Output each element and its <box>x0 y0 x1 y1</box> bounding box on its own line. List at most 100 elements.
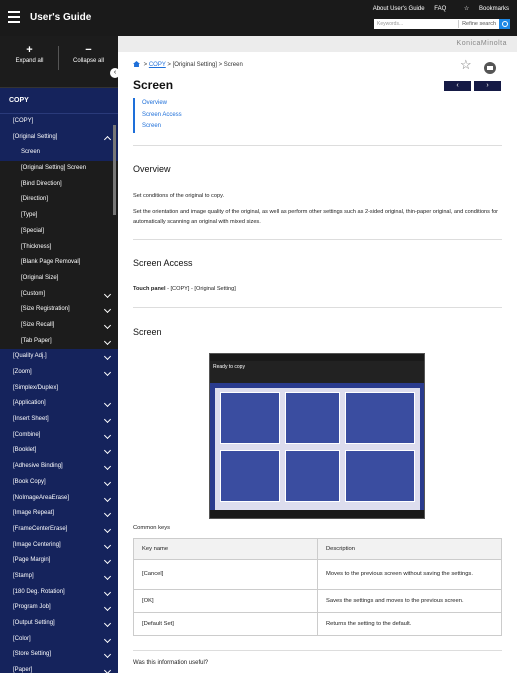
sidebar-item[interactable]: [FrameCenterErase] <box>0 522 118 538</box>
bookmark-star-icon[interactable]: ☆ <box>460 57 472 73</box>
chevron-down-icon[interactable] <box>103 368 112 377</box>
app-title: User's Guide <box>30 12 92 23</box>
table-cell: [Default Set] <box>133 612 318 636</box>
header-links: About User's Guide FAQ ☆ Bookmarks <box>365 5 509 12</box>
chevron-down-icon[interactable] <box>103 667 112 673</box>
print-icon[interactable] <box>484 62 496 74</box>
sidebar-item[interactable]: [Original Setting] Screen <box>0 161 118 177</box>
sidebar-item[interactable]: [Special] <box>0 223 118 240</box>
sidebar-item[interactable]: [Color] <box>0 632 118 648</box>
overview-text-2: Set the orientation and image quality of… <box>133 209 499 225</box>
chevron-down-icon[interactable] <box>103 619 112 628</box>
sidebar-item-label: [Type] <box>21 212 38 219</box>
sidebar-item-label: [Paper] <box>13 667 33 673</box>
breadcrumb-copy-link[interactable]: COPY <box>149 62 166 68</box>
sidebar-item[interactable]: [Bind Direction] <box>0 176 118 193</box>
prev-page-button[interactable]: ‹ <box>444 81 471 91</box>
sidebar-item-label: [Store Setting] <box>13 651 52 658</box>
next-page-button[interactable]: › <box>474 81 501 91</box>
sidebar-item[interactable]: [Combine] <box>0 428 118 444</box>
chevron-down-icon[interactable] <box>103 447 112 455</box>
chevron-down-icon[interactable] <box>103 416 112 424</box>
sidebar-item-label: [180 Deg. Rotation] <box>13 588 65 595</box>
sidebar-item[interactable]: [Custom] <box>0 286 118 303</box>
faq-link[interactable]: FAQ <box>434 6 446 12</box>
sidebar-item[interactable]: [Original Setting] <box>0 130 118 146</box>
chevron-down-icon[interactable] <box>103 290 112 298</box>
chevron-down-icon[interactable] <box>103 510 112 518</box>
table-cell: Returns the setting to the default. <box>317 612 502 636</box>
expand-all-button[interactable]: + Expand all <box>0 44 59 64</box>
sidebar-item[interactable]: [Blank Page Removal] <box>0 255 118 271</box>
sidebar-item[interactable]: [180 Deg. Rotation] <box>0 585 118 601</box>
sidebar-item[interactable]: [Stamp] <box>0 569 118 585</box>
chevron-down-icon[interactable] <box>103 306 112 314</box>
sidebar-item[interactable]: [Program Job] <box>0 600 118 616</box>
sidebar-item[interactable]: [Tab Paper] <box>0 333 118 350</box>
sidebar-item[interactable]: [Page Margin] <box>0 553 118 569</box>
about-link[interactable]: About User's Guide <box>373 6 425 12</box>
collapse-all-button[interactable]: − Collapse all <box>59 44 118 64</box>
sidebar-item[interactable]: [NoImageAreaErase] <box>0 491 118 507</box>
chevron-down-icon[interactable] <box>103 494 112 502</box>
sidebar-controls: + Expand all − Collapse all <box>0 36 118 88</box>
search-icon[interactable] <box>499 19 510 29</box>
toc-screen-link[interactable]: Screen <box>142 121 182 133</box>
chevron-down-icon[interactable] <box>103 635 112 643</box>
toc-screen-access-link[interactable]: Screen Access <box>142 110 182 122</box>
sidebar-item[interactable]: [Zoom] <box>0 365 118 381</box>
sidebar-item-label: [Adhesive Binding] <box>13 463 63 470</box>
sidebar-item[interactable]: [Image Centering] <box>0 538 118 554</box>
sidebar-item[interactable]: [Booklet] <box>0 443 118 459</box>
table-header-row: Key name Description <box>133 538 502 560</box>
sidebar-item[interactable]: Screen <box>0 145 118 162</box>
sidebar-item[interactable]: [Output Setting] <box>0 616 118 632</box>
sidebar-item[interactable]: [Application] <box>0 396 118 412</box>
chevron-down-icon[interactable] <box>103 541 112 549</box>
divider <box>133 239 502 240</box>
toc-overview-link[interactable]: Overview <box>142 98 182 110</box>
sidebar-item[interactable]: [Thickness] <box>0 239 118 256</box>
chevron-down-icon[interactable] <box>103 400 112 408</box>
chevron-down-icon[interactable] <box>103 604 112 612</box>
sidebar-item[interactable]: [Book Copy] <box>0 475 118 491</box>
chevron-down-icon[interactable] <box>103 557 112 565</box>
sidebar-item[interactable]: [Original Size] <box>0 270 118 287</box>
sidebar-item[interactable]: [Quality Adj.] <box>0 349 118 365</box>
chevron-down-icon[interactable] <box>103 321 112 329</box>
sidebar-item[interactable]: [Image Repeat] <box>0 506 118 522</box>
refine-search-link[interactable]: Refine search <box>458 20 499 28</box>
sidebar-item-label: [Image Centering] <box>13 541 61 548</box>
sidebar-item[interactable]: [Direction] <box>0 192 118 209</box>
chevron-down-icon[interactable] <box>103 463 112 471</box>
chevron-down-icon[interactable] <box>103 572 112 580</box>
collapse-sidebar-icon[interactable]: ‹ <box>110 68 120 78</box>
chevron-down-icon[interactable] <box>103 431 112 439</box>
chevron-down-icon[interactable] <box>103 337 112 345</box>
home-icon[interactable] <box>133 61 140 67</box>
sidebar-heading[interactable]: COPY <box>0 88 118 114</box>
sidebar-item[interactable]: [Size Recall] <box>0 317 118 334</box>
sidebar-item[interactable]: [Store Setting] <box>0 647 118 663</box>
chevron-down-icon[interactable] <box>103 478 112 486</box>
sidebar-item[interactable]: [Paper] <box>0 663 118 673</box>
menu-icon[interactable] <box>8 11 20 23</box>
sidebar-item[interactable]: [COPY] <box>0 114 118 130</box>
plus-icon: + <box>26 44 33 56</box>
sidebar-item[interactable]: [Simplex/Duplex] <box>0 381 118 397</box>
feedback-prompt: Was this information useful? <box>133 650 502 666</box>
bookmarks-link[interactable]: ☆ Bookmarks <box>456 6 509 12</box>
sidebar-item[interactable]: [Insert Sheet] <box>0 412 118 428</box>
chevron-up-icon[interactable] <box>103 135 112 143</box>
search-input[interactable]: Keywords... <box>374 21 458 27</box>
chevron-down-icon[interactable] <box>103 353 112 361</box>
sidebar-item[interactable]: [Adhesive Binding] <box>0 459 118 475</box>
sidebar-item[interactable]: [Type] <box>0 208 118 224</box>
table-header: Key name <box>133 538 318 560</box>
chevron-down-icon[interactable] <box>103 525 112 533</box>
chevron-down-icon[interactable] <box>103 588 112 596</box>
sidebar-item[interactable]: [Size Registration] <box>0 302 118 318</box>
chevron-down-icon[interactable] <box>103 651 112 659</box>
scrollbar[interactable] <box>113 125 116 215</box>
minus-icon: − <box>85 44 92 56</box>
